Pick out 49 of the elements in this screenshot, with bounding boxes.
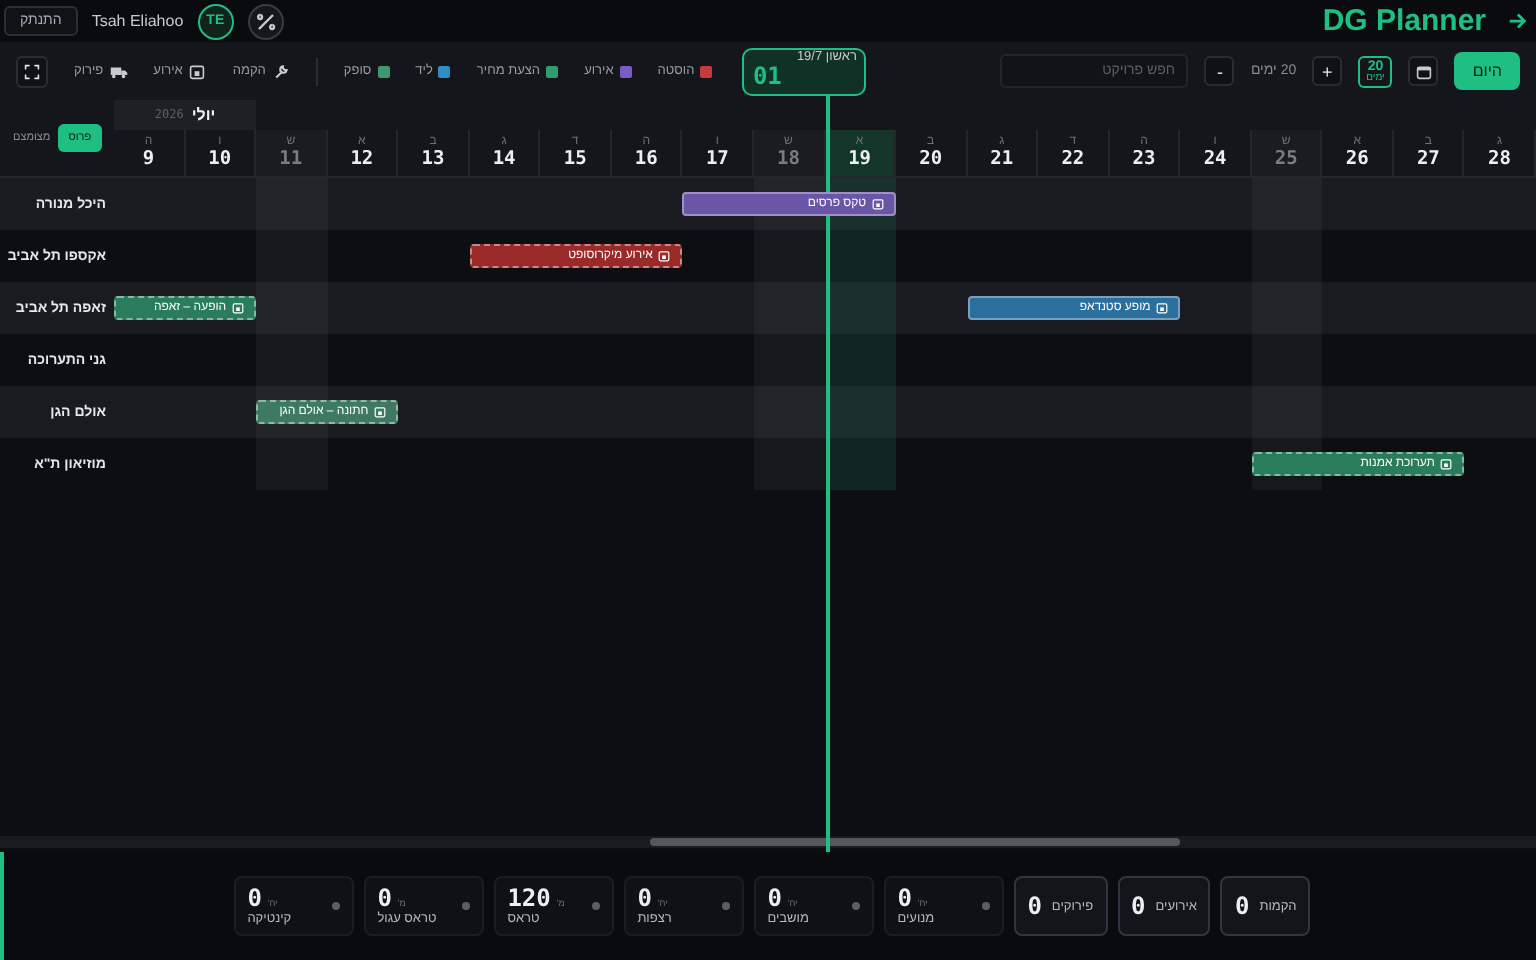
user-name: Tsah Eliahoo: [91, 12, 184, 30]
today-shade: [825, 386, 897, 438]
today-shade: [825, 282, 897, 334]
day-number: 19: [848, 149, 872, 170]
day-number: 13: [421, 149, 445, 170]
accent-bar: [0, 852, 4, 960]
day-number: 28: [1488, 149, 1511, 170]
app-title: DG Planner: [1322, 4, 1486, 38]
weekend-shade: [753, 282, 826, 334]
weekend-shade: [753, 386, 826, 438]
fullscreen-icon: [24, 63, 40, 79]
day-number: 12: [350, 149, 374, 170]
today-shade: [825, 438, 897, 490]
day-number: 14: [492, 149, 516, 170]
minus-button[interactable]: -: [1204, 56, 1235, 86]
day-number: 9: [142, 149, 155, 170]
day-number: 24: [1203, 149, 1227, 170]
today-button[interactable]: היום: [1454, 52, 1520, 90]
wrench-icon: [271, 63, 290, 79]
day-number: 15: [563, 149, 587, 170]
calendar-button[interactable]: [1408, 56, 1439, 86]
day-number: 26: [1345, 149, 1369, 170]
day-number: 21: [990, 149, 1014, 170]
today-shade: [825, 334, 897, 386]
day-number: 22: [1061, 149, 1085, 170]
day-number: 10: [208, 149, 232, 170]
weekend-shade: [256, 282, 328, 334]
weekend-shade: [256, 178, 328, 230]
weekend-shade: [753, 230, 826, 282]
arrow-icon[interactable]: [1506, 10, 1528, 32]
horizontal-scrollbar[interactable]: [0, 836, 1536, 848]
percent-icon[interactable]: [247, 3, 284, 39]
truck-icon: [109, 63, 128, 79]
weekend-shade: [1251, 178, 1323, 230]
day-number: 20: [919, 149, 943, 170]
weekend-shade: [753, 334, 826, 386]
day-number: 18: [777, 149, 800, 170]
day-number: 27: [1416, 149, 1440, 170]
day-number: 16: [634, 149, 658, 170]
day-number: 17: [705, 149, 729, 170]
today-shade: [825, 230, 897, 282]
day-number: 25: [1274, 149, 1298, 170]
calendar-icon: [188, 63, 207, 79]
plus-button[interactable]: +: [1312, 56, 1343, 86]
calendar-icon: [1415, 63, 1432, 79]
fullscreen-button[interactable]: [16, 55, 48, 87]
weekend-shade: [753, 438, 826, 490]
day-number: 11: [279, 149, 303, 170]
day-number: 23: [1132, 149, 1156, 170]
